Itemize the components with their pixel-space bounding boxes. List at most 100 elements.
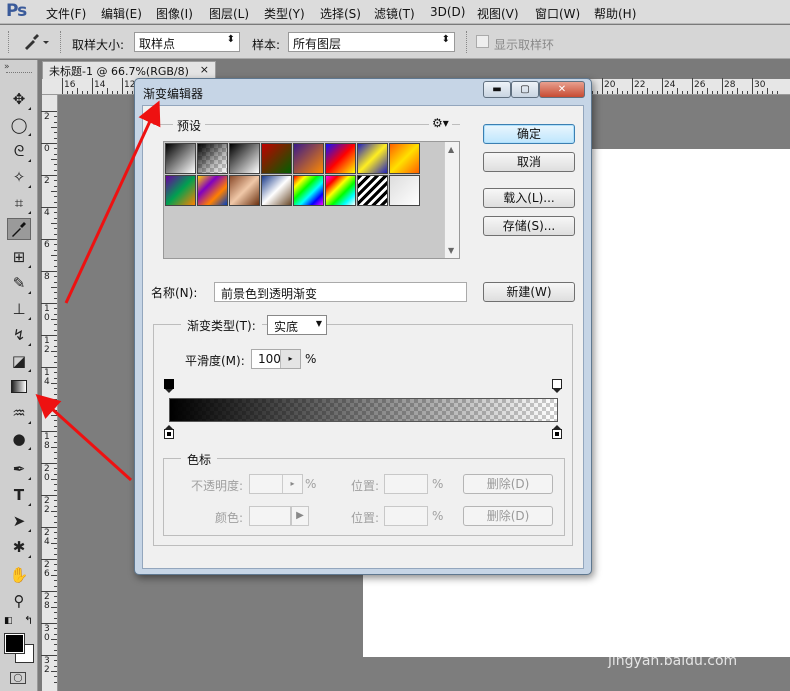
history-brush-tool-icon[interactable]: ↯	[7, 324, 31, 346]
default-colors-icon[interactable]: ◧	[4, 616, 13, 626]
color-swatch[interactable]	[249, 506, 291, 526]
menu-window[interactable]: 窗口(W)	[535, 5, 580, 22]
new-button[interactable]: 新建(W)	[483, 282, 575, 302]
smoothness-input[interactable]: 100 ▸	[251, 349, 301, 369]
name-input[interactable]: 前景色到透明渐变	[214, 282, 467, 302]
ruler-v-tick	[54, 404, 57, 406]
gradient-tool-icon[interactable]	[7, 376, 31, 398]
close-window-icon[interactable]: ✕	[539, 81, 585, 98]
pen-tool-icon[interactable]: ✒	[7, 458, 31, 480]
gradient-type-select[interactable]: 实底 ▼	[267, 315, 327, 335]
menu-help[interactable]: 帮助(H)	[594, 5, 636, 22]
opacity-stop-left[interactable]	[164, 379, 174, 393]
preset-red-green[interactable]	[261, 143, 292, 174]
color-picker-arrow-icon[interactable]: ▶	[291, 506, 309, 526]
scroll-up-icon[interactable]: ▲	[448, 145, 454, 154]
collapse-panel-icon[interactable]: »	[4, 62, 10, 72]
presets-list[interactable]: ▲ ▼	[163, 141, 460, 259]
preset-violet-green-orange[interactable]	[165, 175, 196, 206]
smoothness-stepper-icon[interactable]: ▸	[280, 350, 300, 368]
ruler-v-tick	[41, 623, 57, 624]
preset-foreground-to-background[interactable]	[165, 143, 196, 174]
move-tool-icon[interactable]: ✥	[7, 88, 31, 110]
eyedropper-preset-icon[interactable]	[22, 33, 49, 51]
preset-transparent-stripes[interactable]	[357, 175, 388, 206]
presets-scrollbar[interactable]: ▲ ▼	[444, 142, 459, 258]
preset-transparent-rainbow[interactable]	[325, 175, 356, 206]
opacity-stepper-icon[interactable]: ▸	[282, 475, 302, 493]
delete-color-stop-button[interactable]: 删除(D)	[463, 506, 553, 526]
preset-neutral-density[interactable]	[389, 175, 420, 206]
color-stop-left[interactable]	[164, 425, 174, 439]
swap-colors-icon[interactable]: ↰	[24, 614, 33, 627]
sample-size-select[interactable]: 取样点 ⬍	[134, 32, 240, 52]
preset-blue-red-yellow[interactable]	[325, 143, 356, 174]
preset-yellow-violet-orange-blue[interactable]	[197, 175, 228, 206]
preset-copper[interactable]	[229, 175, 260, 206]
delete-opacity-stop-button[interactable]: 删除(D)	[463, 474, 553, 494]
gradient-preview-bar[interactable]	[169, 398, 558, 422]
menu-view[interactable]: 视图(V)	[477, 5, 519, 22]
maximize-icon[interactable]: ▢	[511, 81, 539, 98]
color-stop-right[interactable]	[552, 425, 562, 439]
marquee-tool-icon[interactable]: ◯	[7, 114, 31, 136]
menu-3d[interactable]: 3D(D)	[430, 5, 465, 19]
preset-blue-yellow-blue[interactable]	[357, 143, 388, 174]
eraser-tool-icon[interactable]: ◪	[7, 350, 31, 372]
opacity-input[interactable]: ▸	[249, 474, 303, 494]
gear-icon[interactable]: ⚙▾	[429, 116, 452, 130]
zoom-tool-icon[interactable]: ⚲	[7, 590, 31, 612]
location2-input[interactable]	[384, 506, 428, 526]
menu-file[interactable]: 文件(F)	[46, 5, 86, 22]
lasso-tool-icon[interactable]: ᘓ	[7, 140, 31, 162]
type-tool-icon[interactable]: T	[7, 484, 31, 506]
close-icon[interactable]: ×	[200, 63, 209, 76]
sample-select[interactable]: 所有图层 ⬍	[288, 32, 455, 52]
show-ring-checkbox[interactable]	[476, 35, 489, 48]
document-tab-title: 未标题-1 @ 66.7%(RGB/8)	[49, 65, 189, 78]
blur-tool-icon[interactable]: ♒	[7, 402, 31, 424]
shape-tool-icon[interactable]: ✱	[7, 536, 31, 558]
brush-tool-icon[interactable]: ✎	[7, 272, 31, 294]
load-button[interactable]: 载入(L)...	[483, 188, 575, 208]
dodge-tool-icon[interactable]: ●	[7, 428, 31, 450]
healing-brush-tool-icon[interactable]: ⊞	[7, 246, 31, 268]
foreground-color-swatch[interactable]	[4, 633, 25, 654]
ruler-h-label: 22	[634, 80, 646, 90]
menu-layer[interactable]: 图层(L)	[209, 5, 249, 22]
save-button[interactable]: 存储(S)...	[483, 216, 575, 236]
crop-tool-icon[interactable]: ⌗	[7, 192, 31, 214]
scroll-down-icon[interactable]: ▼	[448, 246, 454, 255]
preset-black-white[interactable]	[229, 143, 260, 174]
opacity-stop-right[interactable]	[552, 379, 562, 393]
menu-filter[interactable]: 滤镜(T)	[374, 5, 415, 22]
ruler-v-tick	[54, 580, 57, 582]
preset-orange-yellow-orange[interactable]	[389, 143, 420, 174]
ruler-h-tick	[592, 91, 593, 94]
document-tab[interactable]: 未标题-1 @ 66.7%(RGB/8) ×	[42, 61, 216, 79]
cancel-button[interactable]: 取消	[483, 152, 575, 172]
path-select-tool-icon[interactable]: ➤	[7, 510, 31, 532]
clone-stamp-tool-icon[interactable]: ⊥	[7, 298, 31, 320]
ruler-h-tick	[772, 91, 773, 94]
preset-foreground-to-transparent[interactable]	[197, 143, 228, 174]
options-grip[interactable]	[8, 31, 10, 53]
ok-button[interactable]: 确定	[483, 124, 575, 144]
menu-type[interactable]: 类型(Y)	[264, 5, 305, 22]
quick-select-tool-icon[interactable]: ✧	[7, 166, 31, 188]
ruler-h-tick	[722, 78, 723, 94]
minimize-icon[interactable]: ▬	[483, 81, 511, 98]
panel-grip[interactable]	[6, 72, 32, 75]
hand-tool-icon[interactable]: ✋	[7, 564, 31, 586]
ruler-v-label: 18	[44, 432, 50, 451]
menu-edit[interactable]: 编辑(E)	[101, 5, 142, 22]
eyedropper-tool-icon[interactable]	[7, 218, 31, 240]
location-input[interactable]	[384, 474, 428, 494]
quick-mask-icon[interactable]: ◯	[10, 672, 26, 684]
ruler-h-tick	[757, 91, 758, 94]
preset-chrome[interactable]	[261, 175, 292, 206]
menu-image[interactable]: 图像(I)	[156, 5, 193, 22]
preset-spectrum[interactable]	[293, 175, 324, 206]
menu-select[interactable]: 选择(S)	[320, 5, 361, 22]
preset-violet-orange[interactable]	[293, 143, 324, 174]
